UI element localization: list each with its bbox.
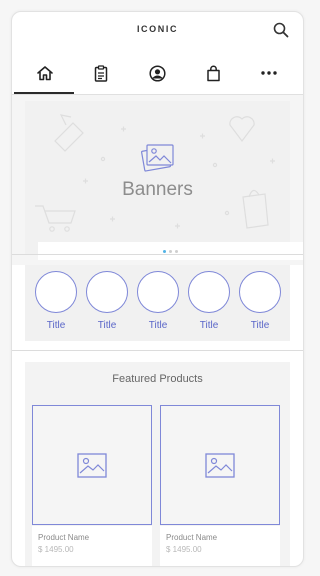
- phone-frame: ICONIC Banners Title Title Title Title T…: [11, 11, 304, 567]
- pagination-dot-3[interactable]: [175, 249, 178, 253]
- featured-products-title: Featured Products: [112, 373, 203, 385]
- product-image: [32, 405, 152, 525]
- product-info: Product Name $ 1495.00: [32, 526, 152, 566]
- clipboard-icon: [94, 64, 108, 82]
- shopping-bag-icon: [206, 65, 220, 81]
- category-thumbnail: [239, 271, 281, 313]
- category-thumbnail: [188, 271, 230, 313]
- product-info: Product Name $ 1495.00: [160, 526, 280, 566]
- brand-title: ICONIC: [136, 24, 179, 34]
- category-item[interactable]: Title: [238, 271, 282, 341]
- tab-cart[interactable]: [184, 52, 242, 94]
- search-button[interactable]: [273, 22, 289, 38]
- product-card[interactable]: Product Name $ 1495.00: [32, 405, 152, 566]
- featured-products-section: Featured Products Product Name $ 1495.00: [25, 362, 290, 566]
- banner-section: Banners: [12, 95, 303, 265]
- product-name: Product Name: [166, 533, 218, 542]
- banner-pagination: [38, 242, 303, 260]
- product-name: Product Name: [38, 533, 90, 542]
- category-label: Title: [97, 320, 117, 331]
- app-header: ICONIC: [12, 12, 303, 48]
- tab-bar: [12, 52, 303, 94]
- product-price: $ 1495.00: [166, 545, 202, 554]
- category-label: Title: [148, 320, 168, 331]
- tab-account[interactable]: [128, 52, 186, 94]
- category-thumbnail: [35, 271, 77, 313]
- account-icon: [148, 64, 166, 82]
- section-divider: [12, 350, 303, 351]
- image-placeholder-icon: [205, 452, 235, 478]
- pagination-dot-2[interactable]: [169, 249, 172, 253]
- more-icon: [261, 71, 277, 75]
- category-item[interactable]: Title: [136, 271, 180, 341]
- home-icon: [37, 66, 53, 81]
- banner-pattern: [35, 114, 275, 232]
- tab-home[interactable]: [16, 52, 74, 94]
- category-label: Title: [250, 320, 270, 331]
- category-item[interactable]: Title: [187, 271, 231, 341]
- category-item[interactable]: Title: [34, 271, 78, 341]
- category-thumbnail: [137, 271, 179, 313]
- product-image: [160, 405, 280, 525]
- banner-carousel[interactable]: Banners: [25, 101, 303, 260]
- category-thumbnail: [86, 271, 128, 313]
- image-placeholder-icon: [77, 452, 107, 478]
- category-label: Title: [199, 320, 219, 331]
- tab-more[interactable]: [240, 52, 298, 94]
- product-card[interactable]: Product Name $ 1495.00: [160, 405, 280, 566]
- banner-label: Banners: [122, 179, 193, 200]
- pagination-dot-1[interactable]: [163, 249, 166, 253]
- search-icon: [273, 22, 289, 38]
- product-price: $ 1495.00: [38, 545, 74, 554]
- tab-orders[interactable]: [72, 52, 130, 94]
- category-item[interactable]: Title: [85, 271, 129, 341]
- category-label: Title: [46, 320, 66, 331]
- section-divider: [12, 254, 303, 255]
